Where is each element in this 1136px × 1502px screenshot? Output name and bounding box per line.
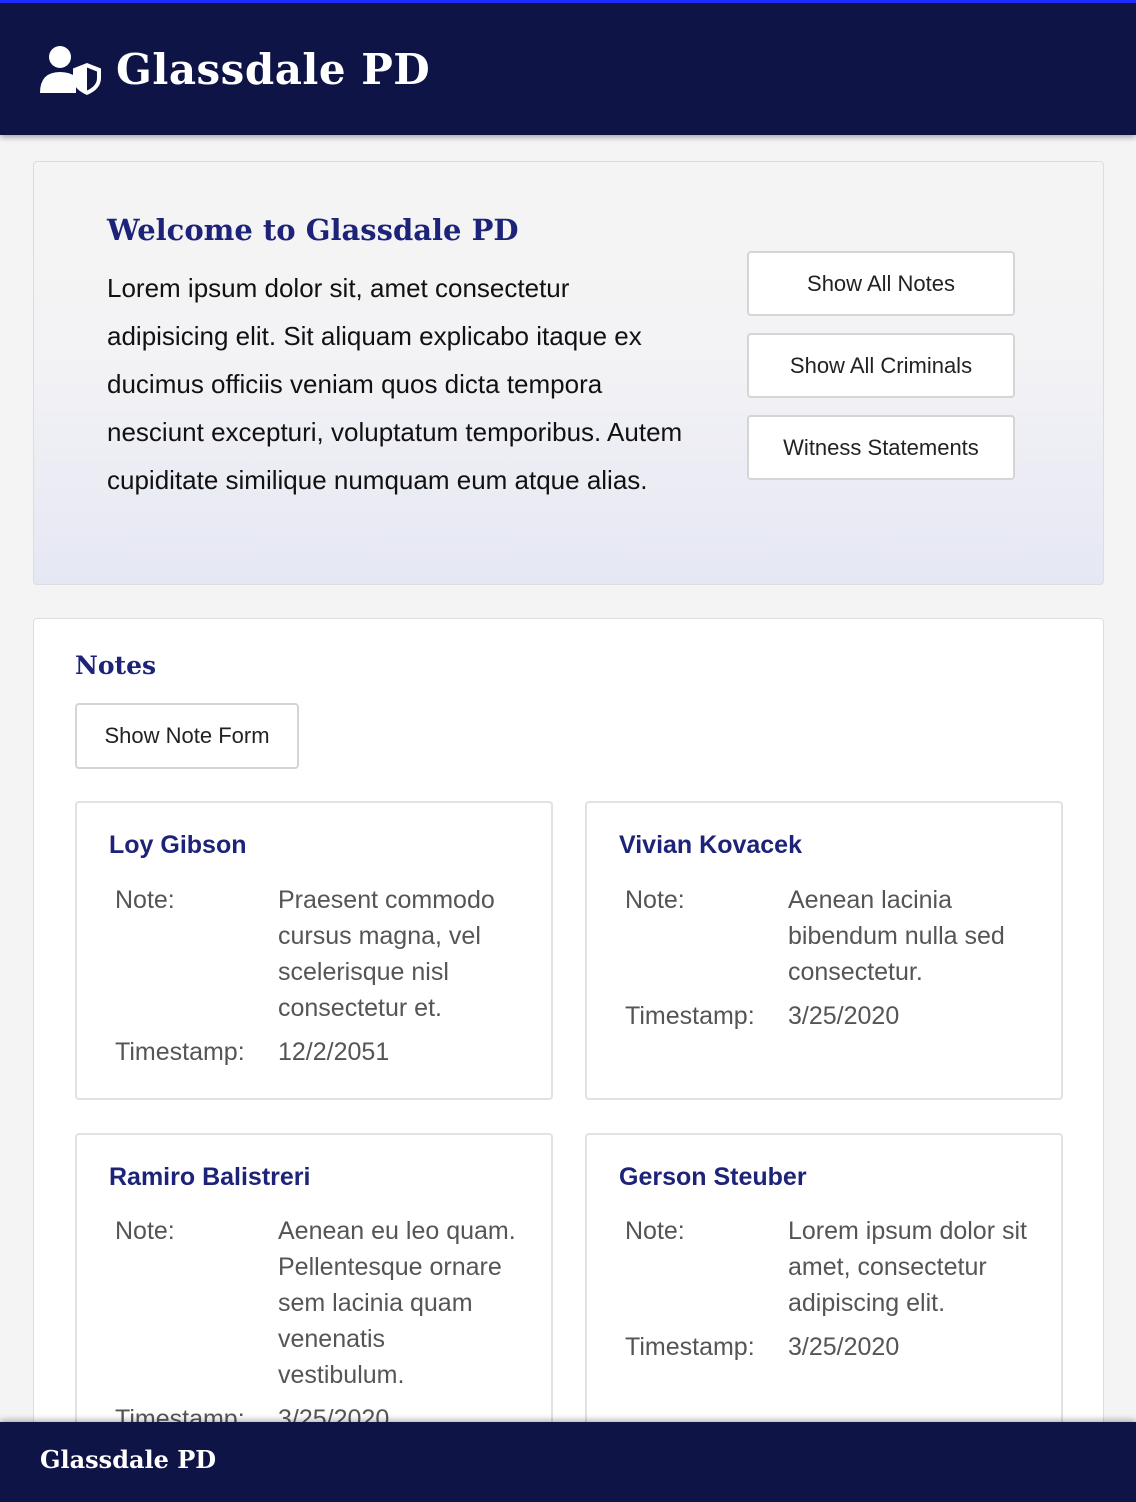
note-label: Note: [115,1217,175,1245]
note-card: Vivian Kovacek Note: Aenean lacinia bibe… [585,801,1063,1100]
note-row: Note: Lorem ipsum dolor sit amet, consec… [625,1213,1045,1321]
timestamp-value: 3/25/2020 [788,1002,900,1030]
app-title: Glassdale PD [116,45,431,94]
note-text: Aenean lacinia bibendum nulla sed consec… [788,886,1005,986]
note-row: Note: Aenean eu leo quam. Pellentesque o… [115,1213,535,1393]
timestamp-label: Timestamp: [625,1002,755,1030]
timestamp-row: Timestamp: 3/25/2020 [625,998,1045,1034]
notes-heading: Notes [75,651,157,680]
note-author: Ramiro Balistreri [109,1163,311,1191]
note-author: Vivian Kovacek [619,831,802,859]
note-row: Note: Praesent commodo cursus magna, vel… [115,882,535,1026]
top-navbar: Glassdale PD [0,0,1136,135]
note-label: Note: [625,1217,685,1245]
footer: Glassdale PD [0,1422,1136,1502]
show-note-form-button[interactable]: Show Note Form [75,703,299,769]
note-card: Gerson Steuber Note: Lorem ipsum dolor s… [585,1133,1063,1463]
timestamp-value: 12/2/2051 [278,1038,390,1066]
note-author: Gerson Steuber [619,1163,807,1191]
witness-statements-button[interactable]: Witness Statements [747,415,1015,480]
note-author: Loy Gibson [109,831,247,859]
note-text: Praesent commodo cursus magna, vel scele… [278,886,495,1022]
timestamp-label: Timestamp: [115,1038,245,1066]
note-row: Note: Aenean lacinia bibendum nulla sed … [625,882,1045,990]
user-shield-icon [40,46,101,95]
welcome-text: Lorem ipsum dolor sit, amet consectetur … [107,273,683,495]
footer-title: Glassdale PD [40,1445,217,1474]
note-text: Aenean eu leo quam. Pellentesque ornare … [278,1217,516,1389]
welcome-heading: Welcome to Glassdale PD [107,213,519,247]
notes-panel: Notes Show Note Form Loy Gibson Note: Pr… [33,618,1104,1502]
note-card: Ramiro Balistreri Note: Aenean eu leo qu… [75,1133,553,1463]
show-all-notes-button[interactable]: Show All Notes [747,251,1015,316]
timestamp-value: 3/25/2020 [788,1333,900,1361]
welcome-actions: Show All Notes Show All Criminals Witnes… [747,251,1015,497]
timestamp-row: Timestamp: 12/2/2051 [115,1034,535,1070]
welcome-panel: Welcome to Glassdale PD Lorem ipsum dolo… [33,161,1104,585]
note-label: Note: [625,886,685,914]
timestamp-row: Timestamp: 3/25/2020 [625,1329,1045,1365]
show-all-criminals-button[interactable]: Show All Criminals [747,333,1015,398]
note-card: Loy Gibson Note: Praesent commodo cursus… [75,801,553,1100]
brand[interactable]: Glassdale PD [40,45,430,95]
note-text: Lorem ipsum dolor sit amet, consectetur … [788,1217,1027,1317]
timestamp-label: Timestamp: [625,1333,755,1361]
note-label: Note: [115,886,175,914]
